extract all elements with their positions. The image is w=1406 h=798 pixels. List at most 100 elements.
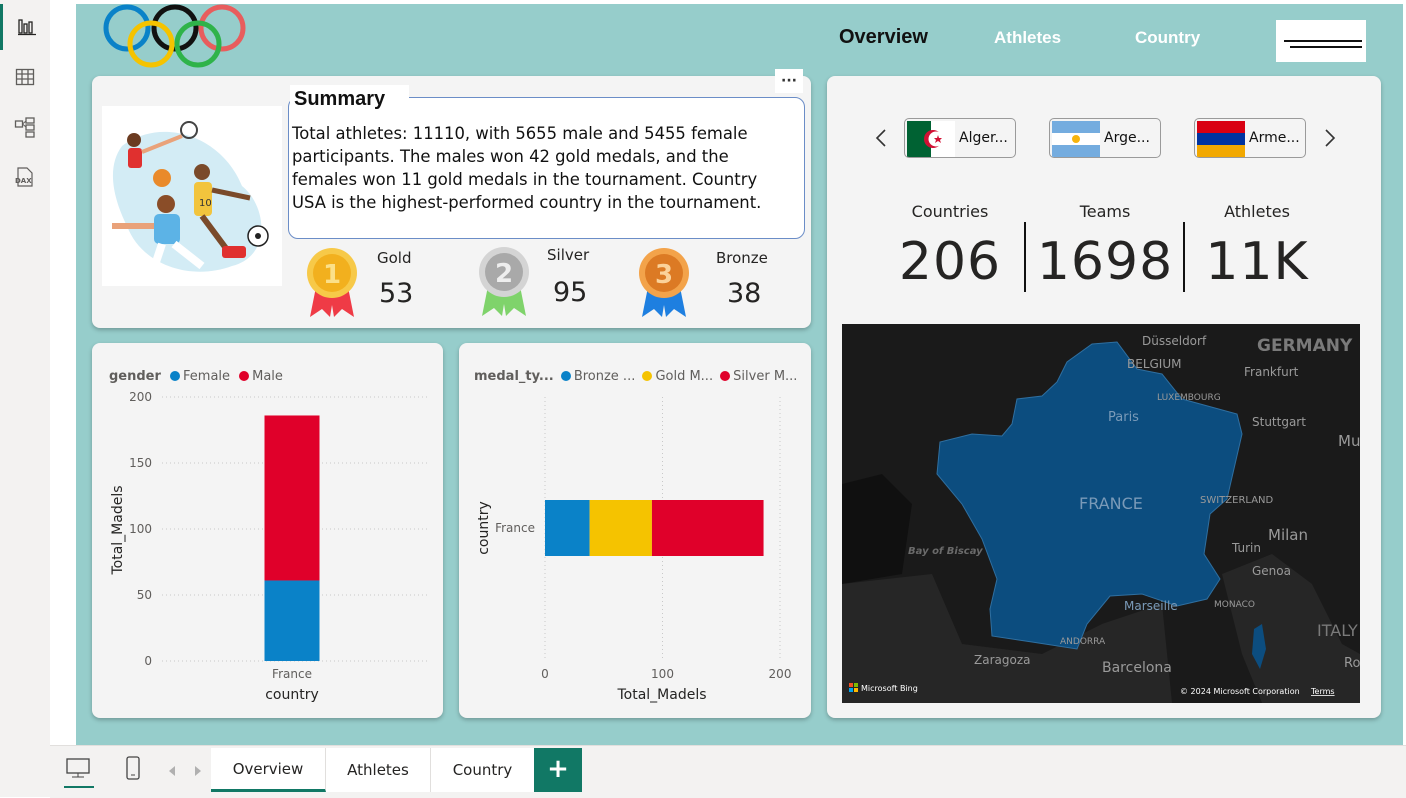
legend-dot xyxy=(239,371,250,381)
tab-scroll-right-icon[interactable] xyxy=(192,763,204,777)
y-tick-label: 200 xyxy=(129,390,152,404)
left-rail: DAX xyxy=(0,0,51,797)
legend-item-female[interactable]: Female xyxy=(170,369,230,384)
bar-segment-1 xyxy=(589,500,652,556)
flag-label: Alger... xyxy=(959,130,1008,146)
map-label-monaco: MONACO xyxy=(1214,600,1255,610)
map-label-barcelona: Barcelona xyxy=(1102,660,1172,676)
bar-segment-2 xyxy=(651,500,764,556)
map-label-dusseldorf: Düsseldorf xyxy=(1142,334,1207,348)
y-tick-label: France xyxy=(495,521,535,535)
x-axis-title: country xyxy=(265,687,319,703)
map-label-germany: GERMANY xyxy=(1257,336,1353,356)
x-tick-label: 100 xyxy=(651,667,674,681)
chevron-right-icon[interactable] xyxy=(1321,126,1341,150)
map-label-rome: Ro xyxy=(1344,656,1360,671)
menu-button[interactable] xyxy=(1276,20,1366,62)
x-tick-label: 0 xyxy=(541,667,549,681)
flag-button-argentina[interactable]: Arge... xyxy=(1049,118,1161,158)
x-tick-label: 200 xyxy=(769,667,792,681)
flag-button-armenia[interactable]: Arme... xyxy=(1194,118,1306,158)
nav-athletes[interactable]: Athletes xyxy=(994,28,1061,48)
tab-country[interactable]: Country xyxy=(431,748,535,792)
x-tick-label: France xyxy=(272,667,312,681)
x-axis-title: Total_Madels xyxy=(616,687,706,703)
report-view-icon[interactable] xyxy=(0,4,50,50)
dax-query-icon[interactable]: DAX xyxy=(0,154,50,200)
model-view-icon[interactable] xyxy=(0,104,50,150)
legend-item-bronze[interactable]: Bronze ... xyxy=(560,369,636,384)
map-label-switzerland: SWITZERLAND xyxy=(1200,495,1274,506)
gender-legend: gender Female Male xyxy=(109,365,283,384)
map-label-luxembourg: LUXEMBOURG xyxy=(1157,393,1221,403)
legend-item-male[interactable]: Male xyxy=(239,369,283,384)
silver-medal-icon: 2 xyxy=(479,247,529,316)
tab-athletes[interactable]: Athletes xyxy=(326,748,431,792)
bar-segment-male xyxy=(264,415,320,581)
flag-button-algeria[interactable]: Alger... xyxy=(904,118,1016,158)
nav-country[interactable]: Country xyxy=(1135,28,1200,48)
bronze-label: Bronze xyxy=(716,249,768,267)
map-label-andorra: ANDORRA xyxy=(1060,637,1106,647)
algeria-flag-icon xyxy=(907,121,955,157)
tab-scroll-left-icon[interactable] xyxy=(166,763,178,777)
hamburger-icon xyxy=(1284,40,1362,48)
silver-value: 95 xyxy=(553,277,588,308)
armenia-flag-icon xyxy=(1197,121,1245,157)
france-map[interactable]: GERMANY Düsseldorf BELGIUM Frankfurt LUX… xyxy=(842,324,1360,703)
tab-overview[interactable]: Overview xyxy=(211,748,326,792)
desktop-layout-icon[interactable] xyxy=(64,756,94,788)
table-view-icon[interactable] xyxy=(0,54,50,100)
kpi-athletes-label: Athletes xyxy=(1224,202,1290,221)
map-copyright: © 2024 Microsoft Corporation xyxy=(1180,687,1300,696)
legend-dot xyxy=(720,371,731,381)
medal-type-legend: medal_ty... Bronze ... Gold M... Silver … xyxy=(474,365,797,384)
nav-overview[interactable]: Overview xyxy=(839,26,928,49)
flag-label: Arge... xyxy=(1104,130,1150,146)
map-label-genoa: Genoa xyxy=(1252,564,1291,578)
argentina-flag-icon xyxy=(1052,121,1100,157)
svg-text:2: 2 xyxy=(495,259,513,289)
kpi-countries-label: Countries xyxy=(911,202,989,221)
legend-label: Male xyxy=(252,369,283,384)
add-page-button[interactable]: + xyxy=(534,748,582,792)
svg-text:3: 3 xyxy=(655,260,673,290)
legend-title: gender xyxy=(109,369,161,384)
legend-title: medal_ty... xyxy=(474,369,554,384)
legend-label: Gold M... xyxy=(655,369,714,384)
more-options-button[interactable]: ··· xyxy=(775,69,803,93)
svg-text:1: 1 xyxy=(323,260,341,290)
y-tick-label: 50 xyxy=(137,588,152,602)
legend-label: Bronze ... xyxy=(573,369,636,384)
map-label-milan: Milan xyxy=(1268,526,1308,544)
sports-illustration: 10 xyxy=(102,106,282,286)
map-attribution: Microsoft Bing xyxy=(861,684,918,693)
y-axis-title: Total_Madels xyxy=(110,485,126,575)
map-label-belgium: BELGIUM xyxy=(1127,357,1181,371)
gold-medal-icon: 1 xyxy=(307,248,357,317)
kpi-teams-label: Teams xyxy=(1079,202,1131,221)
kpi-athletes-value: 11K xyxy=(1205,232,1309,292)
legend-dot xyxy=(560,371,571,381)
gender-bar-chart[interactable]: 0 50 100 150 200 France country Total_Madels xyxy=(92,385,443,710)
map-label-italy: ITALY xyxy=(1317,621,1358,640)
bar-segment-female xyxy=(264,580,320,661)
map-label-frankfurt: Frankfurt xyxy=(1244,365,1299,379)
mobile-layout-icon[interactable] xyxy=(122,756,144,784)
map-label-munich: Muni xyxy=(1338,432,1360,450)
chevron-left-icon[interactable] xyxy=(872,126,892,150)
silver-label: Silver xyxy=(547,246,590,264)
legend-label: Silver M... xyxy=(733,369,798,384)
legend-item-gold[interactable]: Gold M... xyxy=(642,369,713,384)
legend-label: Female xyxy=(183,369,231,384)
map-terms-link[interactable]: Terms xyxy=(1310,687,1335,696)
medal-type-bar-chart[interactable]: 0 100 200 France Total_Madels country xyxy=(459,385,811,710)
y-tick-label: 0 xyxy=(144,654,152,668)
flag-label: Arme... xyxy=(1249,130,1300,146)
map-label-paris: Paris xyxy=(1108,410,1139,425)
y-tick-label: 150 xyxy=(129,456,152,470)
legend-item-silver[interactable]: Silver M... xyxy=(720,369,797,384)
svg-text:10: 10 xyxy=(199,198,212,209)
map-label-turin: Turin xyxy=(1231,541,1261,555)
bronze-value: 38 xyxy=(727,278,762,309)
